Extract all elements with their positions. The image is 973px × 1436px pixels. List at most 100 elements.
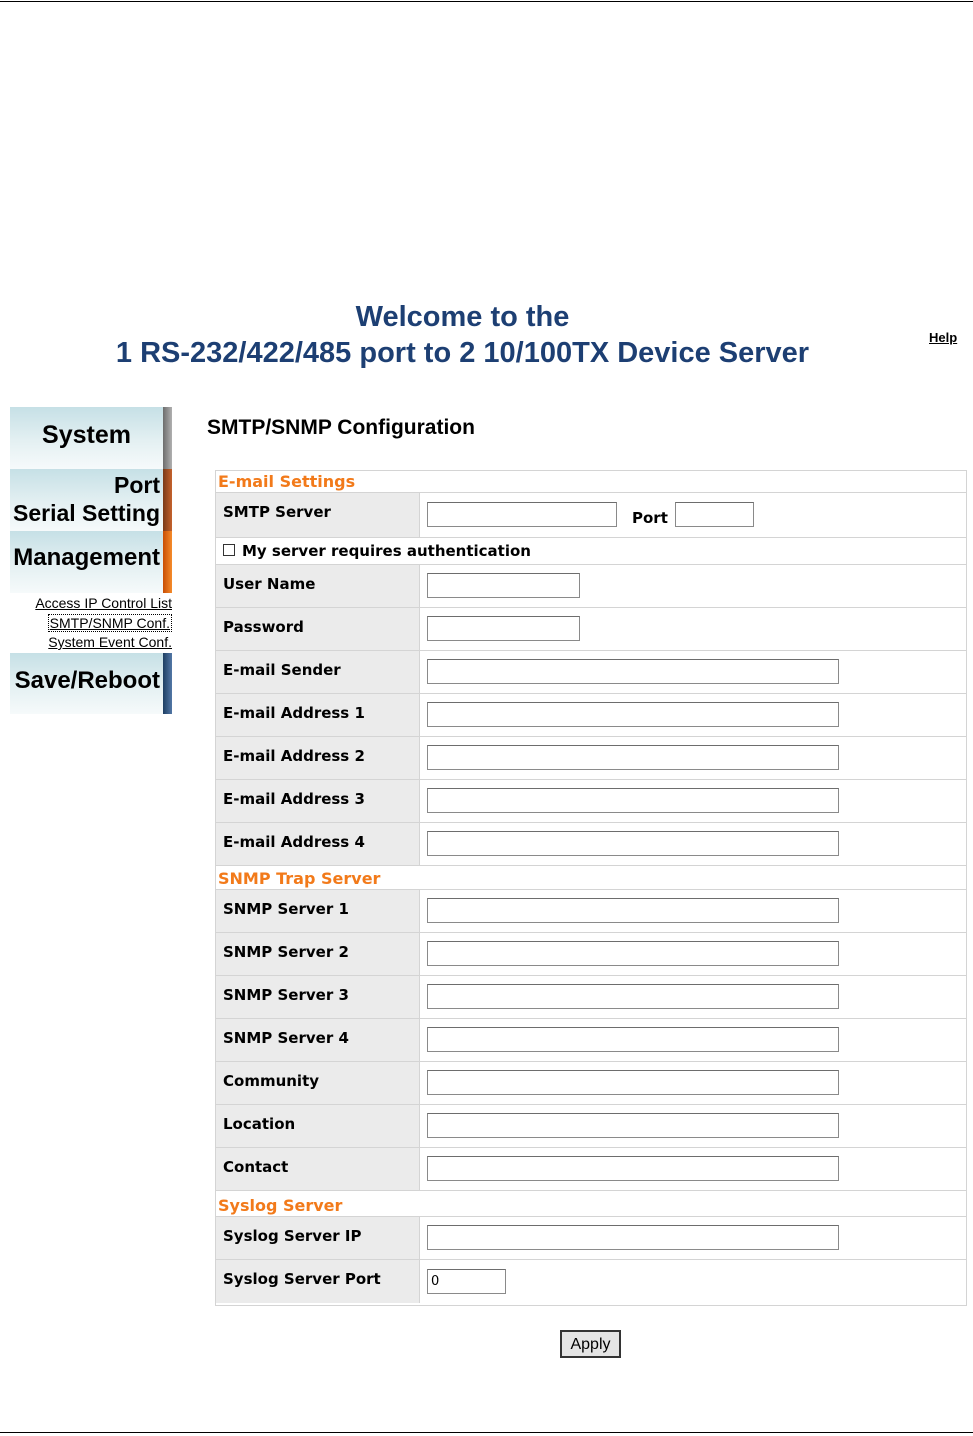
location-input[interactable] [427, 1113, 839, 1138]
row-password: Password [216, 608, 966, 651]
snmp-server-2-input[interactable] [427, 941, 839, 966]
syslog-port-input[interactable] [427, 1269, 506, 1294]
email-sender-label: E-mail Sender [216, 651, 420, 693]
email-address-3-input[interactable] [427, 788, 839, 813]
row-syslog-ip: Syslog Server IP [216, 1217, 966, 1260]
snmp-server-4-cell [421, 1019, 966, 1061]
smtp-server-input[interactable] [427, 502, 617, 527]
smtp-server-cell: Port [421, 493, 966, 537]
contact-label: Contact [216, 1148, 420, 1190]
section-email-heading: E-mail Settings [216, 471, 966, 493]
nav-system-button[interactable]: System [10, 407, 172, 469]
row-snmp-server-3: SNMP Server 3 [216, 976, 966, 1019]
section-snmp-heading: SNMP Trap Server [216, 868, 966, 890]
sidebar-item-system-event[interactable]: System Event Conf. [48, 634, 172, 650]
snmp-server-2-cell [421, 933, 966, 975]
row-email-address-4: E-mail Address 4 [216, 823, 966, 866]
syslog-port-label: Syslog Server Port [216, 1260, 420, 1303]
help-link[interactable]: Help [929, 330, 957, 345]
snmp-server-3-cell [421, 976, 966, 1018]
row-email-address-3: E-mail Address 3 [216, 780, 966, 823]
email-address-2-cell [421, 737, 966, 779]
sidebar-item-smtp-snmp[interactable]: SMTP/SNMP Conf. [47, 614, 172, 632]
community-label: Community [216, 1062, 420, 1104]
syslog-ip-input[interactable] [427, 1225, 839, 1250]
snmp-server-1-input[interactable] [427, 898, 839, 923]
email-sender-input[interactable] [427, 659, 839, 684]
email-address-4-input[interactable] [427, 831, 839, 856]
password-cell [421, 608, 966, 650]
nav-port-bar [163, 469, 172, 531]
contact-input[interactable] [427, 1156, 839, 1181]
row-auth: My server requires authentication [216, 538, 966, 565]
snmp-server-4-label: SNMP Server 4 [216, 1019, 420, 1061]
page-title: SMTP/SNMP Configuration [207, 416, 475, 439]
email-address-2-input[interactable] [427, 745, 839, 770]
row-snmp-server-2: SNMP Server 2 [216, 933, 966, 976]
row-snmp-server-1: SNMP Server 1 [216, 890, 966, 933]
snmp-server-3-input[interactable] [427, 984, 839, 1009]
smtp-server-label: SMTP Server [216, 493, 420, 537]
welcome-title-line1: Welcome to the [355, 301, 570, 333]
nav-system-bar [163, 407, 172, 469]
row-smtp-server: SMTP Server Port [216, 493, 966, 538]
nav-port-label-line2: Serial Setting [13, 500, 160, 526]
section-syslog-heading: Syslog Server [216, 1195, 966, 1217]
email-address-1-label: E-mail Address 1 [216, 694, 420, 736]
top-rule [0, 1, 973, 2]
nav-save-reboot-label: Save/Reboot [14, 667, 160, 694]
snmp-server-1-label: SNMP Server 1 [216, 890, 420, 932]
sidebar-item-access-ip[interactable]: Access IP Control List [35, 595, 172, 611]
community-input[interactable] [427, 1070, 839, 1095]
syslog-ip-cell [421, 1217, 966, 1259]
nav-management-bar [163, 531, 172, 593]
apply-button[interactable]: Apply [560, 1330, 621, 1358]
syslog-port-cell [421, 1260, 966, 1303]
nav-port-label-line1: Port [114, 472, 160, 498]
row-email-sender: E-mail Sender [216, 651, 966, 694]
row-community: Community [216, 1062, 966, 1105]
email-address-3-label: E-mail Address 3 [216, 780, 420, 822]
smtp-port-input[interactable] [675, 502, 754, 527]
auth-label: My server requires authentication [242, 542, 531, 560]
password-input[interactable] [427, 616, 580, 641]
user-name-input[interactable] [427, 573, 580, 598]
snmp-server-3-label: SNMP Server 3 [216, 976, 420, 1018]
password-label: Password [216, 608, 420, 650]
nav-save-reboot-bar [163, 653, 172, 714]
snmp-server-1-cell [421, 890, 966, 932]
email-sender-cell [421, 651, 966, 693]
location-label: Location [216, 1105, 420, 1147]
smtp-port-label: Port [632, 509, 668, 527]
nav-port-label: Port Serial Setting [10, 471, 160, 527]
user-name-cell [421, 565, 966, 607]
welcome-title-line2: 1 RS-232/422/485 port to 2 10/100TX Devi… [115, 337, 810, 369]
nav-management-label: Management [13, 544, 160, 571]
user-name-label: User Name [216, 565, 420, 607]
row-email-address-1: E-mail Address 1 [216, 694, 966, 737]
bottom-rule [0, 1432, 973, 1433]
row-snmp-server-4: SNMP Server 4 [216, 1019, 966, 1062]
email-address-3-cell [421, 780, 966, 822]
row-user-name: User Name [216, 565, 966, 608]
row-location: Location [216, 1105, 966, 1148]
nav-save-reboot-button[interactable]: Save/Reboot [10, 653, 172, 714]
email-address-4-label: E-mail Address 4 [216, 823, 420, 865]
email-address-1-cell [421, 694, 966, 736]
auth-checkbox[interactable] [223, 544, 235, 556]
email-address-2-label: E-mail Address 2 [216, 737, 420, 779]
syslog-ip-label: Syslog Server IP [216, 1217, 420, 1259]
row-email-address-2: E-mail Address 2 [216, 737, 966, 780]
snmp-server-2-label: SNMP Server 2 [216, 933, 420, 975]
email-address-4-cell [421, 823, 966, 865]
nav-management-button[interactable]: Management [10, 531, 172, 593]
location-cell [421, 1105, 966, 1147]
snmp-server-4-input[interactable] [427, 1027, 839, 1052]
community-cell [421, 1062, 966, 1104]
row-contact: Contact [216, 1148, 966, 1191]
nav-port-serial-button[interactable]: Port Serial Setting [10, 469, 172, 531]
contact-cell [421, 1148, 966, 1190]
config-table: E-mail Settings SMTP Server Port My serv… [215, 470, 967, 1306]
email-address-1-input[interactable] [427, 702, 839, 727]
nav-system-label: System [42, 421, 131, 449]
